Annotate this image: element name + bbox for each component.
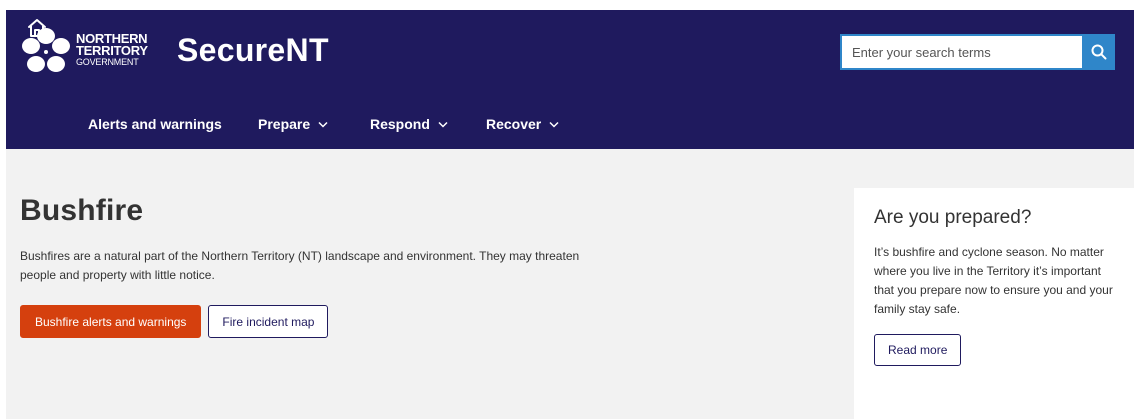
home-icon[interactable] <box>27 18 47 38</box>
intro-paragraph: Bushfires are a natural part of the Nort… <box>20 249 580 282</box>
nav-item-label: Recover <box>486 116 542 132</box>
logo-wordmark: NORTHERN TERRITORY GOVERNMENT <box>76 32 148 67</box>
chevron-down-icon <box>438 121 448 128</box>
preparedness-card: Are you prepared? It’s bushfire and cycl… <box>854 188 1134 419</box>
logo-line-3: GOVERNMENT <box>76 57 139 67</box>
logo-line-2: TERRITORY <box>76 43 148 58</box>
page-frame: NORTHERN TERRITORY GOVERNMENT SecureNT A… <box>6 10 1134 419</box>
card-title: Are you prepared? <box>874 207 1032 228</box>
site-title[interactable]: SecureNT <box>177 32 329 69</box>
bushfire-alerts-button[interactable]: Bushfire alerts and warnings <box>20 305 202 338</box>
search-form <box>840 34 1115 70</box>
search-input[interactable] <box>840 34 1082 70</box>
nav-item-prepare[interactable]: Prepare <box>258 116 328 132</box>
search-button[interactable] <box>1082 34 1115 70</box>
nav-item-label: Prepare <box>258 116 311 132</box>
site-header: NORTHERN TERRITORY GOVERNMENT SecureNT A… <box>6 10 1134 149</box>
fire-incident-map-button[interactable]: Fire incident map <box>208 305 329 338</box>
nav-item-respond[interactable]: Respond <box>370 116 448 132</box>
nav-item-label: Alerts and warnings <box>88 116 222 132</box>
search-icon <box>1091 44 1106 60</box>
page-title: Bushfire <box>20 194 144 227</box>
main-content: Bushfire Bushfires are a natural part of… <box>20 194 620 338</box>
chevron-down-icon <box>318 121 328 128</box>
button-row: Bushfire alerts and warnings Fire incide… <box>20 305 620 338</box>
nav-item-label: Respond <box>370 116 430 132</box>
nav-item-alerts-and-warnings[interactable]: Alerts and warnings <box>88 116 222 132</box>
chevron-down-icon <box>549 121 559 128</box>
nav-item-recover[interactable]: Recover <box>486 116 559 132</box>
card-text: It’s bushfire and cyclone season. No mat… <box>874 245 1113 316</box>
read-more-button[interactable]: Read more <box>874 334 962 366</box>
